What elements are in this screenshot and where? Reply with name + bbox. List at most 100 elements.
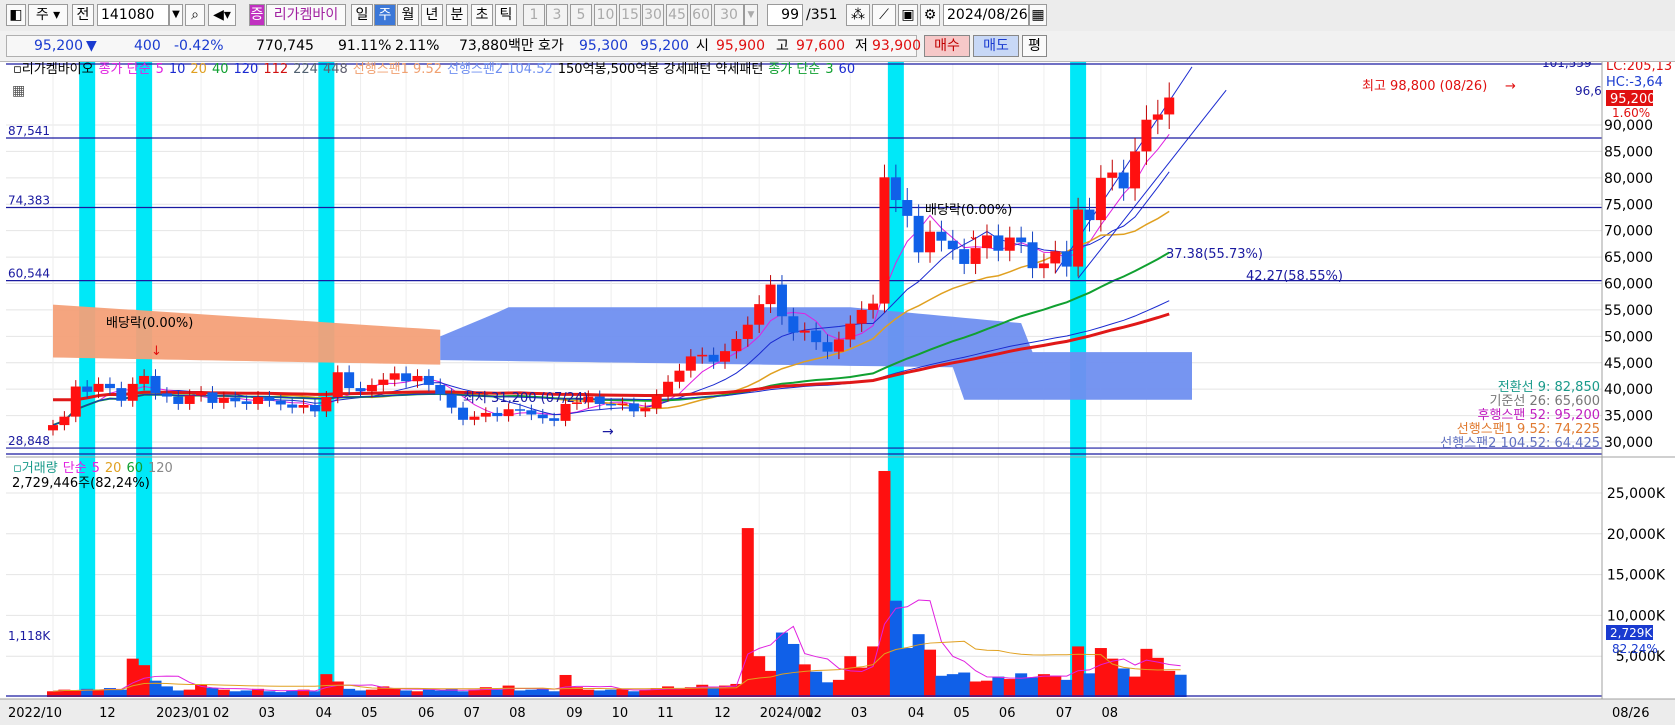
stock-code-input[interactable]: 141080 (97, 4, 169, 26)
settings-gear-icon[interactable]: ⚙ (920, 4, 940, 26)
table-icon: ▦ (12, 83, 25, 99)
period-button[interactable]: 주 (374, 4, 396, 26)
layout-menu-icon[interactable]: ◧ (6, 4, 26, 26)
calendar-icon[interactable]: ▦ (1029, 4, 1047, 26)
period-button[interactable]: 틱 (495, 4, 517, 26)
candle-body (856, 309, 867, 324)
sell-button[interactable]: 매도 (973, 35, 1019, 57)
interval-button[interactable]: 45 (666, 4, 688, 26)
candle-body (332, 372, 343, 398)
page-counter-input[interactable]: 99 (767, 4, 803, 26)
price-tick-label: 90,000 (1604, 118, 1653, 134)
candle-body (526, 410, 537, 415)
stock-name-label[interactable]: 리가켐바이 (266, 4, 346, 26)
candle-body (788, 316, 799, 333)
candle-body (139, 375, 150, 384)
period-button[interactable]: 일 (351, 4, 373, 26)
interval-button[interactable]: 60 (690, 4, 712, 26)
volume-bar (775, 632, 788, 697)
x-tick-label: 08 (509, 706, 526, 721)
eval-button[interactable]: 평 (1022, 35, 1047, 57)
candle-body (560, 403, 571, 421)
period-button[interactable]: 분 (446, 4, 468, 26)
date-input[interactable]: 2024/08/26 (943, 4, 1029, 26)
high-price: 97,600 (796, 38, 845, 54)
x-tick-label: 05 (953, 706, 970, 721)
interval-button[interactable]: 30 (642, 4, 664, 26)
prev-button[interactable]: 전 (72, 4, 94, 26)
x-tick-label: 06 (418, 706, 435, 721)
buy-button[interactable]: 매수 (924, 35, 970, 57)
level-label: 87,541 (8, 124, 50, 138)
code-dropdown-icon[interactable]: ▼ (169, 4, 183, 26)
low-note: 최저 31,200 (07/24) (463, 391, 588, 406)
candle-body (196, 392, 207, 396)
x-tick-label: 12 (714, 706, 731, 721)
interval-button[interactable]: 1 (523, 4, 545, 26)
speaker-icon[interactable]: ◀▾ (208, 4, 236, 26)
retrace-note: 42.27(58.55%) (1246, 269, 1343, 284)
legend-ma-label: 종가 단순 (99, 62, 151, 77)
bid-price: 95,200 (640, 38, 689, 54)
legend-volume-period: 20 (105, 461, 122, 476)
period-type-select[interactable]: 주 ▾ (28, 4, 68, 26)
ichimoku-value: 후행스팬 52: 95,200 (1477, 407, 1600, 423)
interval-value-input[interactable]: 30 (714, 4, 744, 26)
x-tick-label: 11 (657, 706, 674, 721)
candle-body (731, 338, 742, 352)
save-icon[interactable]: ▣ (898, 4, 918, 26)
legend-span2: 선행스팬2 104.52 (447, 62, 553, 77)
period-button[interactable]: 월 (397, 4, 419, 26)
interval-button[interactable]: 3 (546, 4, 568, 26)
price-tick-label: 65,000 (1604, 250, 1653, 266)
search-icon[interactable]: ⌕ (185, 4, 205, 26)
quote-change-pct: -0.42% (174, 38, 224, 54)
candle-body (822, 342, 833, 352)
volume-bar (559, 674, 572, 697)
volume-bar (1037, 674, 1050, 697)
interval-button[interactable]: 5 (570, 4, 592, 26)
arrow-down-icon: ↓ (151, 344, 162, 359)
x-tick-label: 03 (851, 706, 868, 721)
x-tick-label: 07 (1056, 706, 1073, 721)
trend-label: 101,559 (1542, 62, 1592, 70)
stock-chart[interactable]: 87,541 74,383 60,544 28,848 90,000 85,000 80,… (0, 62, 1675, 725)
indicator-icon[interactable]: ⁂ (846, 4, 870, 26)
arrow-icon: → (1505, 79, 1516, 94)
highlight-band (318, 62, 335, 696)
interval-dropdown-icon[interactable]: ▼ (744, 4, 758, 26)
volume-bar (821, 682, 834, 697)
candle-body (970, 248, 981, 264)
candle-body (401, 373, 412, 382)
interval-button[interactable]: 15 (619, 4, 641, 26)
volume-bar (1049, 675, 1062, 697)
ichimoku-value: 선행스팬2 104.52: 64,425 (1440, 435, 1600, 451)
candle-body (287, 404, 298, 408)
price-tick-label: 85,000 (1604, 144, 1653, 160)
candle-body (161, 393, 172, 397)
quote-price: 95,200 ▼ (34, 36, 97, 56)
candle-body (890, 177, 901, 201)
high-note: 최고 98,800 (08/26) (1362, 79, 1487, 94)
quote-turnover: 2.11% (395, 38, 440, 54)
x-tick-label: 04 (316, 706, 333, 721)
candle-body (936, 231, 947, 241)
toolbar-top: ◧ 주 ▾ 전 141080 ▼ ⌕ ◀▾ 증 리가켐바이 일주월년분초틱 13… (0, 0, 1675, 32)
trendline-icon[interactable]: ⟋ (872, 4, 896, 26)
candle-body (1095, 177, 1106, 221)
price-tick-label: 55,000 (1604, 303, 1653, 319)
candle-body (776, 284, 787, 317)
candle-body (207, 392, 218, 403)
page-counter-value: 99 (781, 7, 799, 23)
quote-vol-ratio: 91.11% (338, 38, 392, 54)
period-button[interactable]: 초 (471, 4, 493, 26)
volume-bar (741, 528, 754, 697)
candle-body (389, 373, 400, 380)
period-button[interactable]: 년 (421, 4, 443, 26)
candle-body (104, 383, 115, 389)
candle-body (537, 414, 548, 419)
candle-body (230, 397, 241, 402)
volume-tag: 2,729K (1610, 626, 1653, 640)
interval-button[interactable]: 10 (594, 4, 617, 26)
legend-span1: 선행스팬1 9.52 (353, 62, 442, 77)
